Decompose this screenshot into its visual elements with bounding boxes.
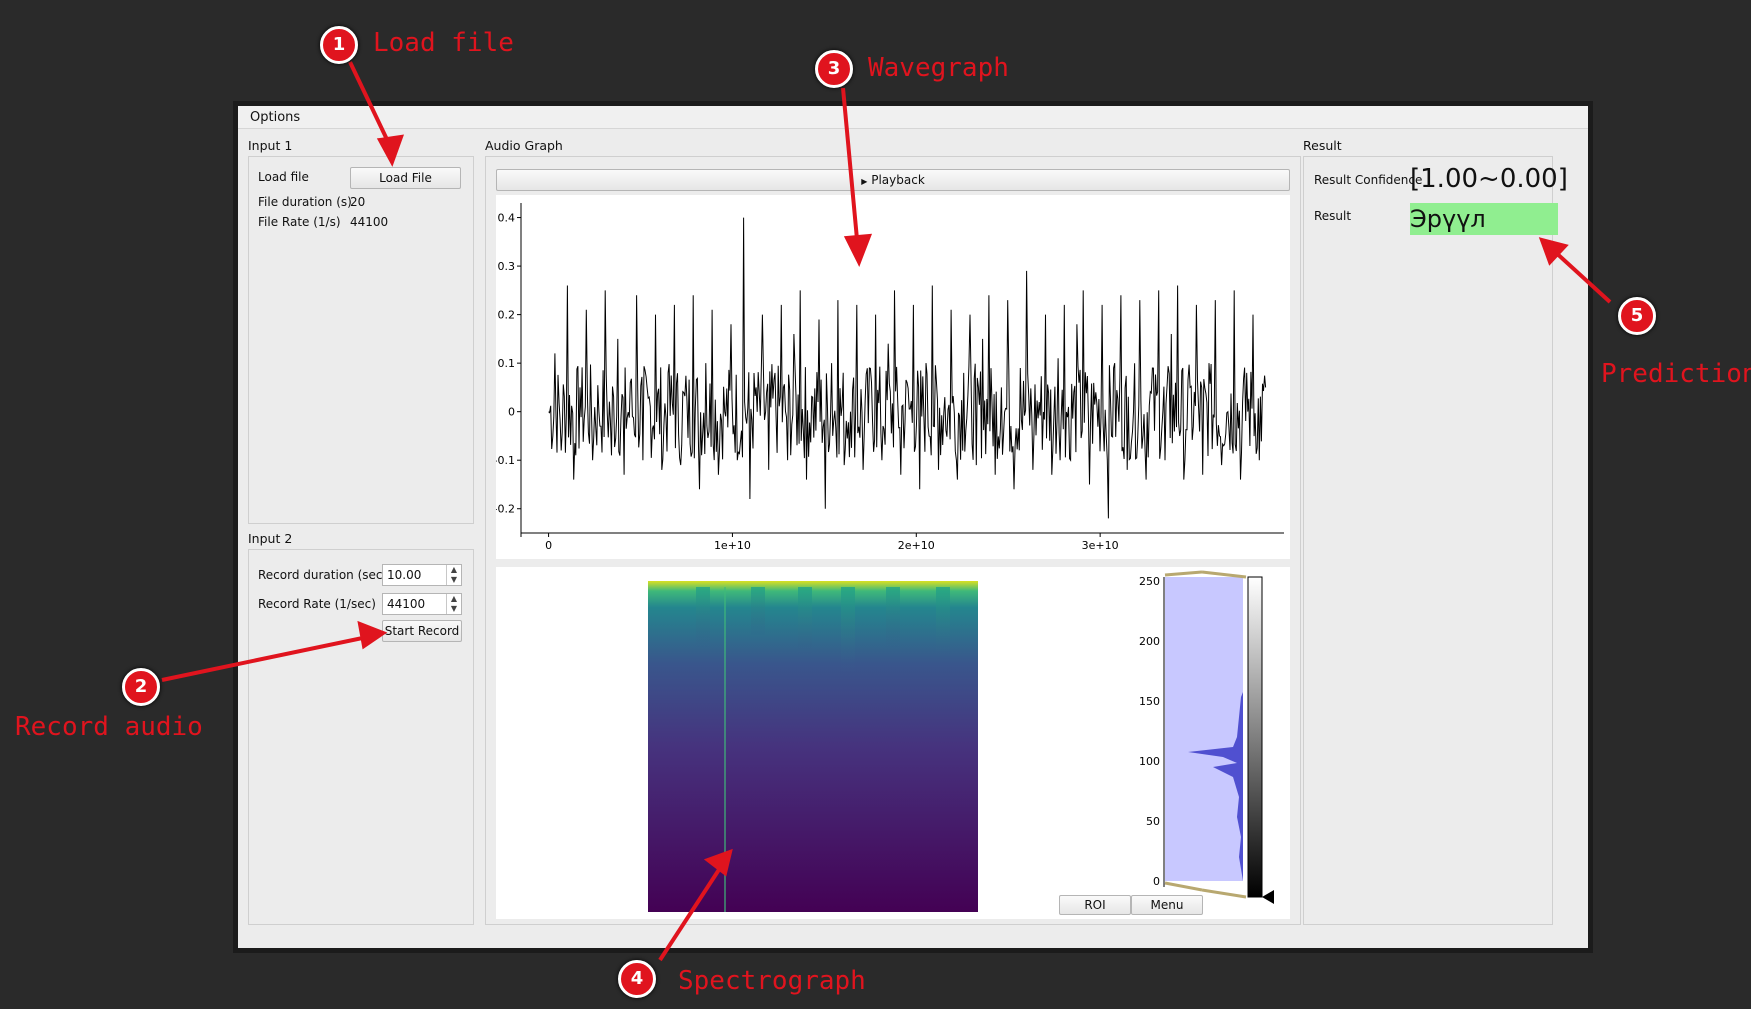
audio-graph-title: Audio Graph (485, 138, 563, 153)
hist-ytick: 150 (1139, 695, 1160, 708)
spectrogram-plume (798, 587, 812, 657)
annotation-badge-4: 4 (618, 960, 656, 998)
spectrogram-line (724, 587, 726, 912)
record-rate-value: 44100 (387, 597, 426, 611)
lut-handle-icon (1262, 890, 1274, 904)
input2-group: Record duration (sec) 10.00 ▲ ▼ Record Ra… (248, 549, 474, 925)
roi-button[interactable]: ROI (1059, 895, 1131, 915)
y-tick-label: 0.2 (498, 309, 516, 322)
input2-title: Input 2 (248, 531, 293, 546)
annotation-badge-5: 5 (1618, 297, 1656, 335)
spectrogram-plume (886, 587, 900, 647)
record-duration-spinbox[interactable]: 10.00 ▲ ▼ (382, 564, 462, 586)
y-tick-label: 0.1 (498, 357, 516, 370)
spectrogram-panel[interactable]: 250 200 150 100 50 0 ROI Menu (496, 567, 1290, 919)
hist-ytick: 100 (1139, 755, 1160, 768)
histogram-lut-widget: 250 200 150 100 50 0 (1139, 570, 1274, 904)
file-duration-label: File duration (s) (258, 195, 352, 209)
playback-label: Playback (871, 173, 925, 187)
hist-ytick: 250 (1139, 575, 1160, 588)
hist-ytick: 0 (1153, 875, 1160, 888)
annotation-prediction: Prediction (1601, 359, 1751, 389)
y-tick-label: 0.3 (498, 260, 516, 273)
record-duration-value: 10.00 (387, 568, 422, 582)
annotation-record-audio: Record audio (15, 712, 203, 742)
hist-region (1165, 577, 1243, 881)
record-rate-spinbox[interactable]: 44100 ▲ ▼ (382, 593, 462, 615)
load-file-label: Load file (258, 170, 309, 184)
annotation-load-file: Load file (373, 28, 514, 58)
load-file-button[interactable]: Load File (350, 167, 461, 189)
triangle-right-icon: ▶ (861, 177, 868, 186)
result-confidence-label: Result Confidence (1314, 173, 1423, 187)
annotation-spectrograph: Spectrograph (678, 966, 866, 996)
y-tick-label: 0.4 (498, 212, 516, 225)
input1-group: Load file Load File File duration (s) 20… (248, 156, 474, 524)
menu-button[interactable]: Menu (1131, 895, 1203, 915)
record-duration-label: Record duration (sec) (258, 568, 388, 582)
result-group: Result Confidence [1.00~0.00] Result Эрү… (1303, 156, 1568, 925)
hist-ytick: 200 (1139, 635, 1160, 648)
x-tick-label: 0 (545, 539, 552, 552)
hist-ytick: 50 (1146, 815, 1160, 828)
annotation-wavegraph: Wavegraph (868, 53, 1009, 83)
y-tick-label: -0.2 (496, 503, 515, 516)
annotation-badge-1: 1 (320, 26, 358, 64)
start-record-button[interactable]: Start Record (382, 620, 462, 642)
result-label: Result (1314, 209, 1352, 223)
spectrogram-plume (696, 587, 710, 647)
waveform-chart[interactable]: 0.4 0.3 0.2 0.1 0 -0.1 -0.2 0 1e+10 2e+10 3e+10 (494, 195, 1290, 559)
spectrogram-chart[interactable]: 250 200 150 100 50 0 (496, 567, 1290, 919)
result-value: Эрүүл (1410, 203, 1558, 235)
x-tick-label: 2e+10 (898, 539, 935, 552)
audio-graph-group: ▶ Playback 0.4 0.3 0.2 0.1 0 -0.1 -0.2 0 1e+10 2e… (485, 156, 1301, 925)
spectrogram-plume (841, 587, 855, 677)
lut-gradient (1247, 576, 1263, 898)
file-rate-label: File Rate (1/s) (258, 215, 341, 229)
file-duration-value: 20 (350, 195, 366, 209)
result-confidence-value: [1.00~0.00] (1410, 164, 1568, 194)
x-tick-label: 3e+10 (1082, 539, 1119, 552)
record-rate-label: Record Rate (1/sec) (258, 597, 376, 611)
waveform-line (548, 217, 1267, 519)
annotation-badge-2: 2 (122, 668, 160, 706)
y-tick-label: 0 (508, 406, 515, 419)
playback-button[interactable]: ▶ Playback (496, 169, 1290, 191)
spectrogram-plume (751, 587, 765, 637)
spin-arrows-icon[interactable]: ▲ ▼ (446, 594, 461, 614)
result-title: Result (1303, 138, 1342, 153)
spectrogram-plume (936, 587, 950, 667)
input1-title: Input 1 (248, 138, 293, 153)
annotation-badge-3: 3 (815, 50, 853, 88)
spin-arrows-icon[interactable]: ▲ ▼ (446, 565, 461, 585)
y-tick-label: -0.1 (496, 454, 515, 467)
menu-options[interactable]: Options (250, 110, 300, 125)
x-tick-label: 1e+10 (714, 539, 751, 552)
file-rate-value: 44100 (350, 215, 389, 229)
menu-bar: Options (238, 106, 1588, 129)
app-window: Options Input 1 Load file Load File File… (233, 101, 1593, 953)
waveform-plot[interactable]: 0.4 0.3 0.2 0.1 0 -0.1 -0.2 0 1e+10 2e+10 3e+10 (494, 195, 1290, 559)
